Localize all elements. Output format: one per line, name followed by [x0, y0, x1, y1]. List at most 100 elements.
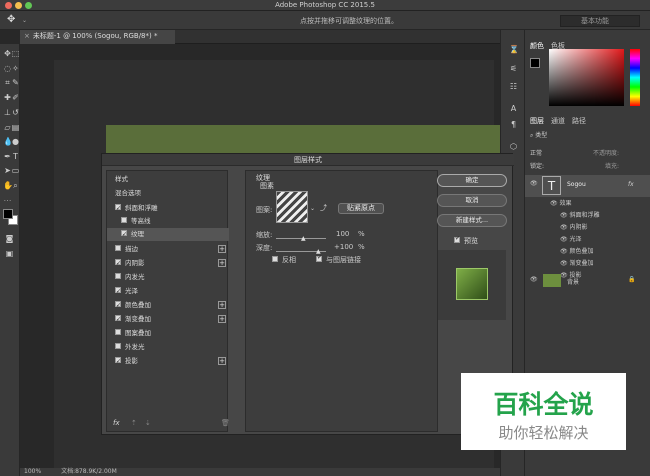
style-checkbox[interactable]: [115, 355, 121, 368]
tab-color[interactable]: 颜色: [530, 41, 544, 51]
move-up-icon[interactable]: ⇡: [131, 419, 137, 427]
add-effect-icon[interactable]: +: [218, 259, 226, 267]
tab-paths[interactable]: 路径: [572, 116, 586, 126]
trash-icon[interactable]: 🗑: [221, 419, 230, 427]
more-tools-icon[interactable]: …: [3, 194, 12, 203]
snap-to-origin-button[interactable]: 贴紧原点: [338, 203, 384, 214]
eye-icon[interactable]: 👁: [530, 276, 538, 283]
zoom-icon[interactable]: ⌕: [11, 181, 20, 190]
style-item-label: 投影: [125, 357, 138, 365]
screen-mode-icon[interactable]: ▣: [5, 249, 14, 258]
hue-slider[interactable]: [630, 49, 640, 106]
style-checkbox[interactable]: [115, 285, 121, 298]
add-effect-icon[interactable]: +: [218, 301, 226, 309]
effect-row[interactable]: 👁 光泽: [560, 234, 650, 246]
eye-icon[interactable]: 👁: [560, 260, 570, 267]
new-style-button[interactable]: 新建样式...: [437, 214, 507, 227]
type-icon[interactable]: T: [11, 152, 20, 161]
move-down-icon[interactable]: ⇣: [145, 419, 151, 427]
style-item[interactable]: 渐变叠加 +: [107, 313, 229, 326]
workspace-switcher[interactable]: 基本功能: [560, 15, 640, 27]
effect-row[interactable]: 👁 内阴影: [560, 222, 650, 234]
preview-checkbox[interactable]: 预览: [454, 235, 478, 246]
effect-row[interactable]: 👁 渐变叠加: [560, 258, 650, 270]
scale-thumb-icon[interactable]: ▲: [301, 235, 306, 242]
history-panel-icon[interactable]: ⌛: [509, 45, 519, 54]
depth-value[interactable]: +100: [334, 243, 353, 251]
style-item[interactable]: 图案叠加: [107, 327, 229, 340]
style-checkbox[interactable]: [115, 273, 121, 279]
style-item[interactable]: 纹理: [107, 228, 229, 241]
fx-menu-button[interactable]: fx: [113, 419, 120, 427]
new-preset-icon[interactable]: ⤴: [320, 203, 327, 213]
eye-icon[interactable]: 👁: [530, 180, 538, 187]
style-item[interactable]: 内发光: [107, 271, 229, 284]
add-effect-icon[interactable]: +: [218, 245, 226, 253]
marquee-icon[interactable]: ⬚: [11, 49, 20, 58]
3d-panel-icon[interactable]: ⬡: [509, 142, 518, 151]
effects-group[interactable]: 👁 效果: [550, 198, 650, 210]
style-item[interactable]: 描边 +: [107, 243, 229, 256]
chevron-down-icon[interactable]: ⌄: [22, 17, 27, 24]
style-checkbox[interactable]: [121, 217, 127, 223]
effect-row[interactable]: 👁 颜色叠加: [560, 246, 650, 258]
link-with-layer-checkbox[interactable]: 与图层链接: [316, 254, 361, 265]
ok-button[interactable]: 确定: [437, 174, 507, 187]
style-checkbox[interactable]: [115, 245, 121, 251]
eyedropper-icon[interactable]: ✎: [11, 78, 20, 87]
blend-options-item[interactable]: 混合选项: [107, 187, 229, 200]
character-panel-icon[interactable]: A: [509, 104, 518, 113]
layer-row-background[interactable]: 👁 背景 🔒: [525, 274, 650, 288]
style-item[interactable]: 投影 +: [107, 355, 229, 368]
link-label: 与图层链接: [326, 256, 361, 264]
effect-row[interactable]: 👁 斜面和浮雕: [560, 210, 650, 222]
layer-row-sogou[interactable]: 👁 T Sogou fx: [525, 175, 650, 197]
style-item[interactable]: 颜色叠加 +: [107, 299, 229, 312]
adjustments-panel-icon[interactable]: ⚟: [509, 64, 518, 73]
style-item[interactable]: 外发光: [107, 341, 229, 354]
brush-icon[interactable]: ✐: [11, 93, 20, 102]
style-item[interactable]: 等高线: [107, 215, 229, 228]
tab-layers[interactable]: 图层: [530, 116, 544, 126]
foreground-color-swatch[interactable]: [3, 209, 13, 219]
style-checkbox[interactable]: [115, 202, 121, 215]
style-checkbox[interactable]: [115, 313, 121, 326]
scale-value[interactable]: 100: [336, 230, 349, 238]
gradient-icon[interactable]: ▤: [11, 123, 20, 132]
move-tool-icon[interactable]: ✥: [7, 14, 15, 25]
eye-icon[interactable]: 👁: [560, 248, 570, 255]
shape-icon[interactable]: ▭: [11, 166, 20, 175]
style-checkbox[interactable]: [115, 329, 121, 335]
style-checkbox[interactable]: [115, 343, 121, 349]
color-picker-field[interactable]: [549, 49, 624, 106]
pattern-swatch[interactable]: [276, 191, 308, 223]
invert-checkbox[interactable]: 反相: [272, 255, 296, 265]
chevron-down-icon[interactable]: ⌄: [310, 205, 315, 212]
quick-mask-icon[interactable]: ◙: [5, 234, 14, 243]
style-checkbox[interactable]: [115, 257, 121, 270]
add-effect-icon[interactable]: +: [218, 315, 226, 323]
styles-header[interactable]: 样式: [107, 173, 229, 186]
style-item[interactable]: 斜面和浮雕: [107, 202, 229, 215]
properties-panel-icon[interactable]: ☷: [509, 82, 518, 91]
document-tab[interactable]: × 未标题-1 @ 100% (Sogou, RGB/8*) *: [20, 30, 175, 44]
layer-filter[interactable]: ⌕ 类型: [530, 130, 547, 140]
tab-channels[interactable]: 通道: [551, 116, 565, 126]
paragraph-panel-icon[interactable]: ¶: [509, 120, 518, 129]
style-item[interactable]: 光泽: [107, 285, 229, 298]
cancel-button[interactable]: 取消: [437, 194, 507, 207]
history-brush-icon[interactable]: ↺: [11, 108, 20, 117]
tab-close-icon[interactable]: ×: [24, 32, 30, 40]
eye-icon[interactable]: 👁: [560, 212, 570, 219]
dodge-icon[interactable]: ●: [11, 137, 20, 146]
style-item[interactable]: 内阴影 +: [107, 257, 229, 270]
eye-icon[interactable]: 👁: [560, 224, 570, 231]
style-checkbox[interactable]: [121, 228, 127, 241]
blend-mode-select[interactable]: 正常: [530, 148, 542, 157]
eye-icon[interactable]: 👁: [550, 200, 560, 207]
panel-fg-swatch[interactable]: [530, 58, 540, 68]
eye-icon[interactable]: 👁: [560, 236, 570, 243]
magic-wand-icon[interactable]: ✧: [11, 64, 20, 73]
add-effect-icon[interactable]: +: [218, 357, 226, 365]
style-checkbox[interactable]: [115, 299, 121, 312]
